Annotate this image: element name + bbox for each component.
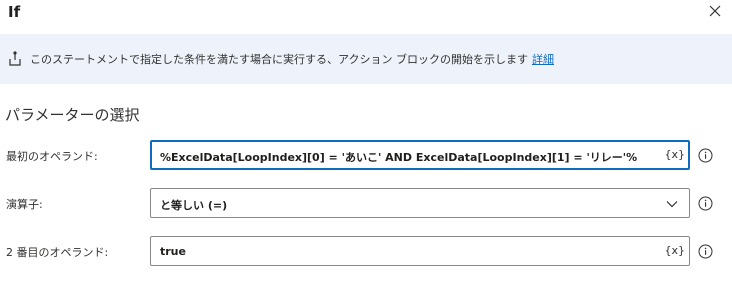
first-operand-input[interactable]: %ExcelData[LoopIndex][0] = 'あいこ' AND Exc…: [150, 140, 690, 170]
branch-icon: [9, 51, 21, 66]
operator-value: と等しい (=): [160, 199, 228, 212]
variable-picker-button[interactable]: {x}: [664, 148, 685, 161]
second-operand-label: 2 番目のオペランド:: [6, 246, 109, 259]
first-operand-value: %ExcelData[LoopIndex][0] = 'あいこ' AND Exc…: [160, 151, 638, 164]
learn-more-link[interactable]: 詳細: [532, 53, 554, 66]
close-icon: [709, 5, 721, 17]
info-bar: このステートメントで指定した条件を満たす場合に実行する、アクション ブロックの開…: [0, 34, 732, 84]
second-operand-input[interactable]: true {x}: [150, 236, 690, 266]
second-operand-value: true: [160, 245, 186, 258]
chevron-down-icon: [666, 201, 678, 208]
first-operand-label: 最初のオペランド:: [6, 150, 98, 163]
section-title: パラメーターの選択: [5, 106, 140, 124]
operator-select[interactable]: と等しい (=): [150, 188, 690, 218]
info-circle-icon[interactable]: [698, 148, 713, 163]
info-circle-icon[interactable]: [698, 244, 713, 259]
close-button[interactable]: [706, 2, 724, 20]
info-circle-icon[interactable]: [698, 196, 713, 211]
operator-label: 演算子:: [6, 198, 43, 211]
dialog-title: If: [8, 3, 21, 21]
info-description: このステートメントで指定した条件を満たす場合に実行する、アクション ブロックの開…: [30, 53, 528, 66]
info-text: このステートメントで指定した条件を満たす場合に実行する、アクション ブロックの開…: [30, 51, 554, 67]
variable-picker-button[interactable]: {x}: [664, 244, 685, 257]
